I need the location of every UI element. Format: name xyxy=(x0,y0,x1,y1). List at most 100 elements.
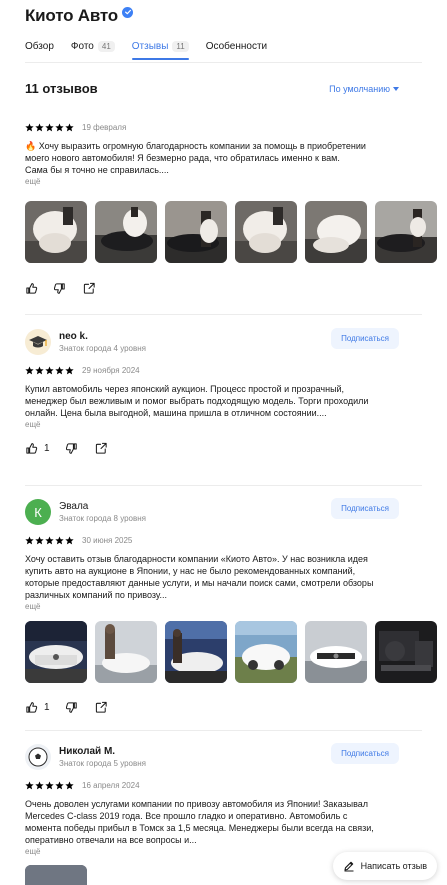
review-actions xyxy=(25,281,435,295)
review-photos xyxy=(25,201,437,263)
star-icon xyxy=(45,780,54,789)
avatar[interactable] xyxy=(25,744,51,770)
like-button[interactable]: 1 xyxy=(25,701,50,714)
review-photo[interactable] xyxy=(305,621,367,683)
author-level: Знаток города 4 уровня xyxy=(59,344,147,353)
review-actions: 1 xyxy=(25,700,435,714)
review-photo[interactable] xyxy=(305,201,367,263)
review-card: К Эвала Знаток города 8 уровня Подписать… xyxy=(25,498,437,714)
author-info: Николай М. Знаток города 5 уровня xyxy=(59,746,146,768)
review-text: Хочу оставить отзыв благодарности компан… xyxy=(25,554,374,600)
avatar[interactable]: К xyxy=(25,499,51,525)
tab-label: Отзывы xyxy=(131,40,169,52)
dislike-button[interactable] xyxy=(65,442,79,455)
avatar[interactable] xyxy=(25,329,51,355)
header-divider xyxy=(25,62,422,63)
subscribe-button[interactable]: Подписаться xyxy=(331,743,399,764)
review-photo[interactable] xyxy=(165,201,227,263)
pencil-icon xyxy=(344,861,354,872)
review-photo[interactable] xyxy=(375,201,437,263)
thumbs-up-icon xyxy=(26,701,38,713)
soccer-ball-icon xyxy=(28,747,48,767)
tab-overview[interactable]: Обзор xyxy=(25,38,54,54)
share-button[interactable] xyxy=(95,701,108,714)
author-row: Николай М. Знаток города 5 уровня Подпис… xyxy=(25,743,435,771)
author-info: Эвала Знаток города 8 уровня xyxy=(59,501,146,523)
review-photo[interactable] xyxy=(375,621,437,683)
thumbs-down-icon xyxy=(65,701,77,713)
tab-count: 11 xyxy=(172,40,189,52)
star-icon xyxy=(55,365,64,374)
tab-features[interactable]: Особенности xyxy=(206,38,267,54)
review-card: neo k. Знаток города 4 уровня Подписатьс… xyxy=(25,328,435,455)
thumbs-up-icon xyxy=(26,442,38,454)
review-photos xyxy=(25,621,437,683)
tab-photos[interactable]: Фото 41 xyxy=(71,38,115,54)
subscribe-button[interactable]: Подписаться xyxy=(331,328,399,349)
reviews-summary: 11 отзывов По умолчанию xyxy=(25,81,399,96)
tab-reviews[interactable]: Отзывы 11 xyxy=(131,38,189,60)
like-count: 1 xyxy=(44,442,50,454)
review-photo[interactable] xyxy=(25,621,87,683)
thumbs-down-icon xyxy=(54,282,65,294)
thumbs-up-icon xyxy=(26,282,38,294)
tab-label: Фото xyxy=(70,40,94,52)
read-more-link[interactable]: ещё xyxy=(25,420,435,429)
thumbs-down-icon xyxy=(65,442,77,454)
star-rating xyxy=(25,365,74,375)
review-photo[interactable] xyxy=(25,865,87,885)
share-button[interactable] xyxy=(95,442,108,455)
write-review-button[interactable]: Написать отзыв xyxy=(332,852,437,880)
review-date: 29 ноября 2024 xyxy=(82,365,140,375)
star-icon xyxy=(25,535,34,544)
like-button[interactable] xyxy=(25,282,38,295)
share-icon xyxy=(95,701,107,713)
dislike-button[interactable] xyxy=(54,282,67,295)
title-row: Киото Авто xyxy=(25,6,133,26)
star-icon xyxy=(25,122,34,131)
subscribe-button[interactable]: Подписаться xyxy=(331,498,399,519)
like-button[interactable]: 1 xyxy=(25,442,50,455)
tab-count: 41 xyxy=(97,40,115,52)
review-photo[interactable] xyxy=(165,621,227,683)
star-icon xyxy=(65,365,74,374)
star-icon xyxy=(65,535,74,544)
review-text: Очень доволен услугами компании по приво… xyxy=(25,799,374,845)
review-actions: 1 xyxy=(25,441,435,455)
review-photo[interactable] xyxy=(235,201,297,263)
review-photo[interactable] xyxy=(235,621,297,683)
star-icon xyxy=(45,365,54,374)
caret-down-icon xyxy=(393,86,399,91)
read-more-link[interactable]: ещё xyxy=(25,602,435,611)
star-icon xyxy=(45,122,54,131)
review-photo[interactable] xyxy=(95,201,157,263)
star-icon xyxy=(55,535,64,544)
review-date: 16 апреля 2024 xyxy=(82,780,140,790)
share-icon xyxy=(95,442,107,454)
star-icon xyxy=(35,365,44,374)
star-icon xyxy=(55,122,64,131)
share-button[interactable] xyxy=(83,282,96,295)
author-info: neo k. Знаток города 4 уровня xyxy=(59,331,146,353)
star-rating xyxy=(25,535,74,545)
star-icon xyxy=(25,365,34,374)
author-level: Знаток города 5 уровня xyxy=(59,759,147,768)
review-divider xyxy=(25,314,422,315)
verified-checkmark-icon xyxy=(122,6,133,18)
write-review-label: Написать отзыв xyxy=(360,861,427,871)
like-count: 1 xyxy=(44,701,50,713)
star-icon xyxy=(25,780,34,789)
star-icon xyxy=(65,122,74,131)
dislike-button[interactable] xyxy=(65,701,79,714)
review-photo[interactable] xyxy=(95,621,157,683)
reviews-count-title: 11 отзывов xyxy=(25,81,98,96)
author-name[interactable]: neo k. xyxy=(59,331,146,342)
review-photo[interactable] xyxy=(25,201,87,263)
author-name[interactable]: Николай М. xyxy=(59,746,146,757)
sort-dropdown[interactable]: По умолчанию xyxy=(329,84,399,94)
read-more-link[interactable]: ещё xyxy=(25,177,435,186)
author-row: К Эвала Знаток города 8 уровня Подписать… xyxy=(25,498,435,526)
author-name[interactable]: Эвала xyxy=(59,501,146,512)
review-text: 🔥 Хочу выразить огромную благодарность к… xyxy=(25,141,366,175)
star-icon xyxy=(45,535,54,544)
